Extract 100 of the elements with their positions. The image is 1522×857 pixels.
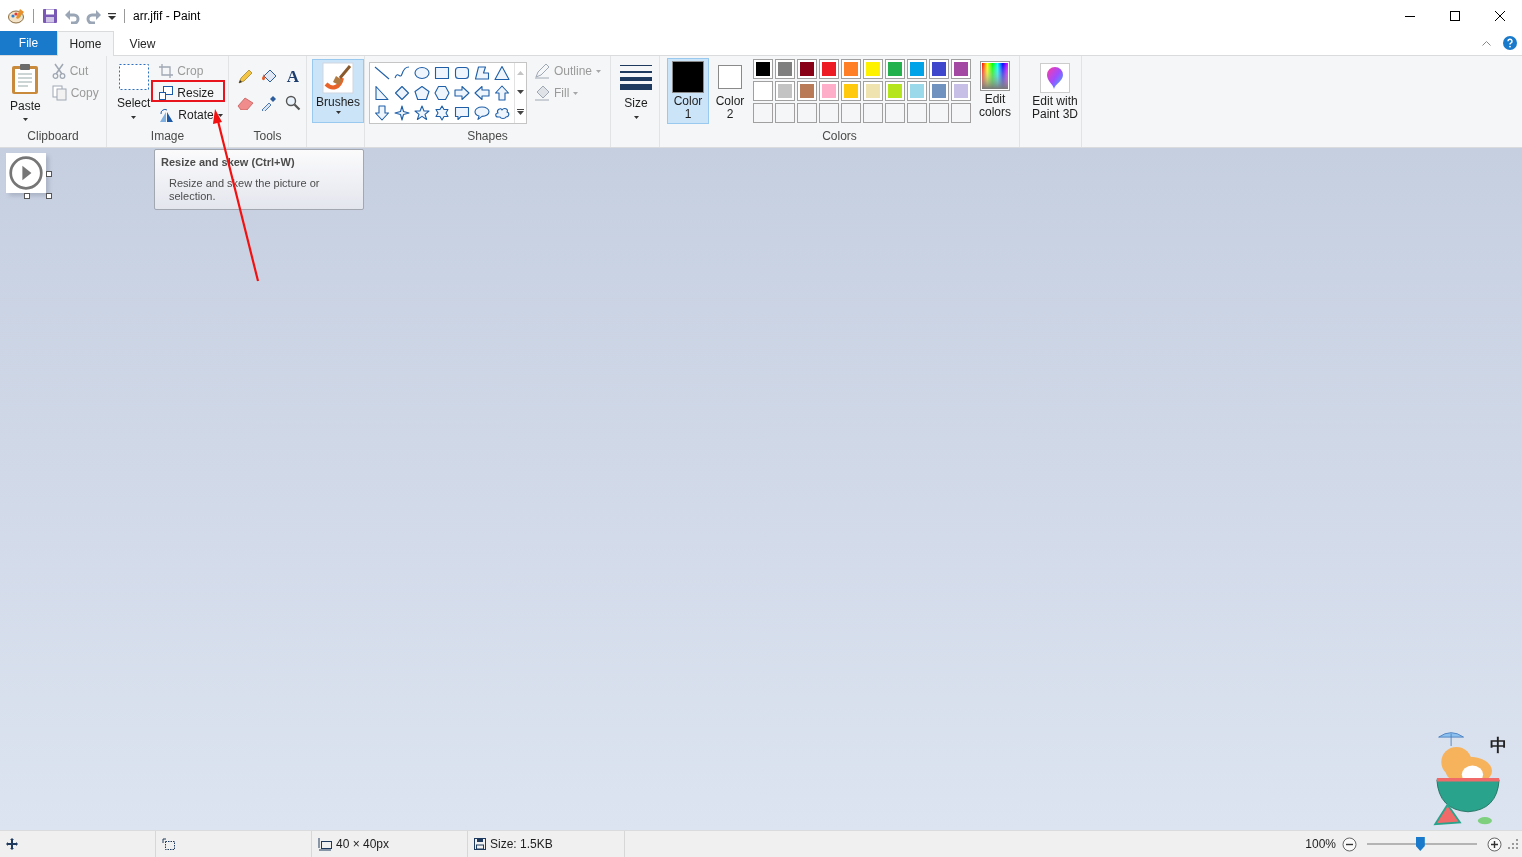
scroll-down-icon[interactable] [517,90,524,94]
size-button[interactable]: Size [616,60,656,129]
rotate-button[interactable]: Rotate [156,104,226,126]
ime-mode-indicator[interactable]: 中 [1490,734,1507,757]
polygon-icon[interactable] [474,65,490,81]
left-arrow-icon[interactable] [474,85,490,101]
zoom-level: 100% [1305,837,1336,851]
clipboard-icon [10,63,41,95]
paste-button[interactable]: Paste [6,60,45,129]
line-icon[interactable] [374,65,390,81]
palette-color[interactable] [753,59,773,79]
empty-color-slot[interactable] [951,103,971,123]
caret-icon [131,116,137,119]
magnifier-icon[interactable] [285,95,301,111]
cloud-callout-icon[interactable] [494,105,510,121]
copy-icon [51,85,67,101]
caret-icon [573,91,579,95]
four-point-star-icon[interactable] [394,105,410,121]
empty-color-slot[interactable] [885,103,905,123]
six-point-star-icon[interactable] [434,105,450,121]
group-label: Image [149,129,186,145]
curve-icon[interactable] [394,65,410,81]
palette-color[interactable] [819,59,839,79]
zoom-out-icon[interactable] [1342,836,1357,852]
paint-3d-button[interactable]: Edit with Paint 3D [1023,60,1087,147]
ribbon-tab[interactable]: View [114,32,171,56]
caret-icon [22,118,28,121]
eraser-icon[interactable] [236,96,254,110]
rotate-icon [159,108,175,122]
line-widths-icon [620,63,652,91]
expand-gallery-icon[interactable] [517,109,524,116]
oval-icon[interactable] [414,65,430,81]
palette-color[interactable] [863,81,883,101]
rectangle-icon[interactable] [434,65,450,81]
palette-color[interactable] [863,59,883,79]
empty-color-slot[interactable] [753,103,773,123]
palette-color[interactable] [797,81,817,101]
close-icon[interactable] [1494,10,1505,21]
file-menu-tab[interactable]: File [0,31,57,55]
palette-color[interactable] [885,81,905,101]
collapse-ribbon-icon[interactable] [1482,40,1491,46]
zoom-in-icon[interactable] [1487,836,1502,852]
triangle-icon[interactable] [494,65,510,81]
palette-color[interactable] [907,59,927,79]
resize-handle[interactable] [46,193,52,199]
palette-color[interactable] [929,81,949,101]
hexagon-icon[interactable] [434,85,450,101]
empty-color-slot[interactable] [819,103,839,123]
help-icon[interactable] [1503,36,1517,50]
rectangular-callout-icon[interactable] [454,105,470,121]
pencil-icon[interactable] [237,69,253,85]
palette-color[interactable] [929,59,949,79]
palette-color[interactable] [951,81,971,101]
right-triangle-icon[interactable] [374,85,390,101]
empty-color-slot[interactable] [797,103,817,123]
palette-color[interactable] [841,81,861,101]
color-picker-icon[interactable] [261,95,277,111]
empty-color-slot[interactable] [863,103,883,123]
text-tool-icon[interactable]: A [286,68,300,86]
palette-color[interactable] [775,59,795,79]
rounded-rectangle-icon[interactable] [454,65,470,81]
zoom-slider-thumb[interactable] [1415,837,1425,851]
palette-color[interactable] [753,81,773,101]
ribbon-tab[interactable]: Home [57,31,114,56]
five-point-star-icon[interactable] [414,105,430,121]
group-label: Colors [821,129,858,145]
edit-colors-button[interactable]: Edit colors [973,58,1017,129]
right-arrow-icon[interactable] [454,85,470,101]
empty-color-slot[interactable] [841,103,861,123]
window-title: arr.jfif - Paint [133,8,201,23]
empty-color-slot[interactable] [929,103,949,123]
palette-color[interactable] [907,81,927,101]
color-selector[interactable]: Color 2 [709,58,751,124]
paint-bucket-icon[interactable] [260,69,278,85]
maximize-icon[interactable] [1449,10,1460,21]
pentagon-icon[interactable] [414,85,430,101]
outline-icon [534,63,550,79]
up-arrow-icon[interactable] [494,85,510,101]
palette-color[interactable] [819,81,839,101]
down-arrow-icon[interactable] [374,105,390,121]
palette-color[interactable] [797,59,817,79]
resize-button[interactable]: Resize [156,82,226,104]
brushes-button[interactable]: Brushes [312,59,365,123]
resize-handle[interactable] [24,193,30,199]
diamond-icon[interactable] [394,85,410,101]
save-icon[interactable] [42,7,58,24]
selection-size-icon [162,837,175,851]
customize-dropdown-icon[interactable] [108,11,116,20]
empty-color-slot[interactable] [775,103,795,123]
palette-color[interactable] [775,81,795,101]
palette-color[interactable] [951,59,971,79]
palette-color[interactable] [841,59,861,79]
select-button[interactable]: Select [113,60,155,129]
resize-handle[interactable] [46,171,52,177]
color-selector[interactable]: Color 1 [667,58,709,124]
empty-color-slot[interactable] [907,103,927,123]
image-dimensions: 40 × 40px [336,837,390,851]
paint-palette-icon [8,7,25,24]
oval-callout-icon[interactable] [474,105,490,121]
palette-color[interactable] [885,59,905,79]
